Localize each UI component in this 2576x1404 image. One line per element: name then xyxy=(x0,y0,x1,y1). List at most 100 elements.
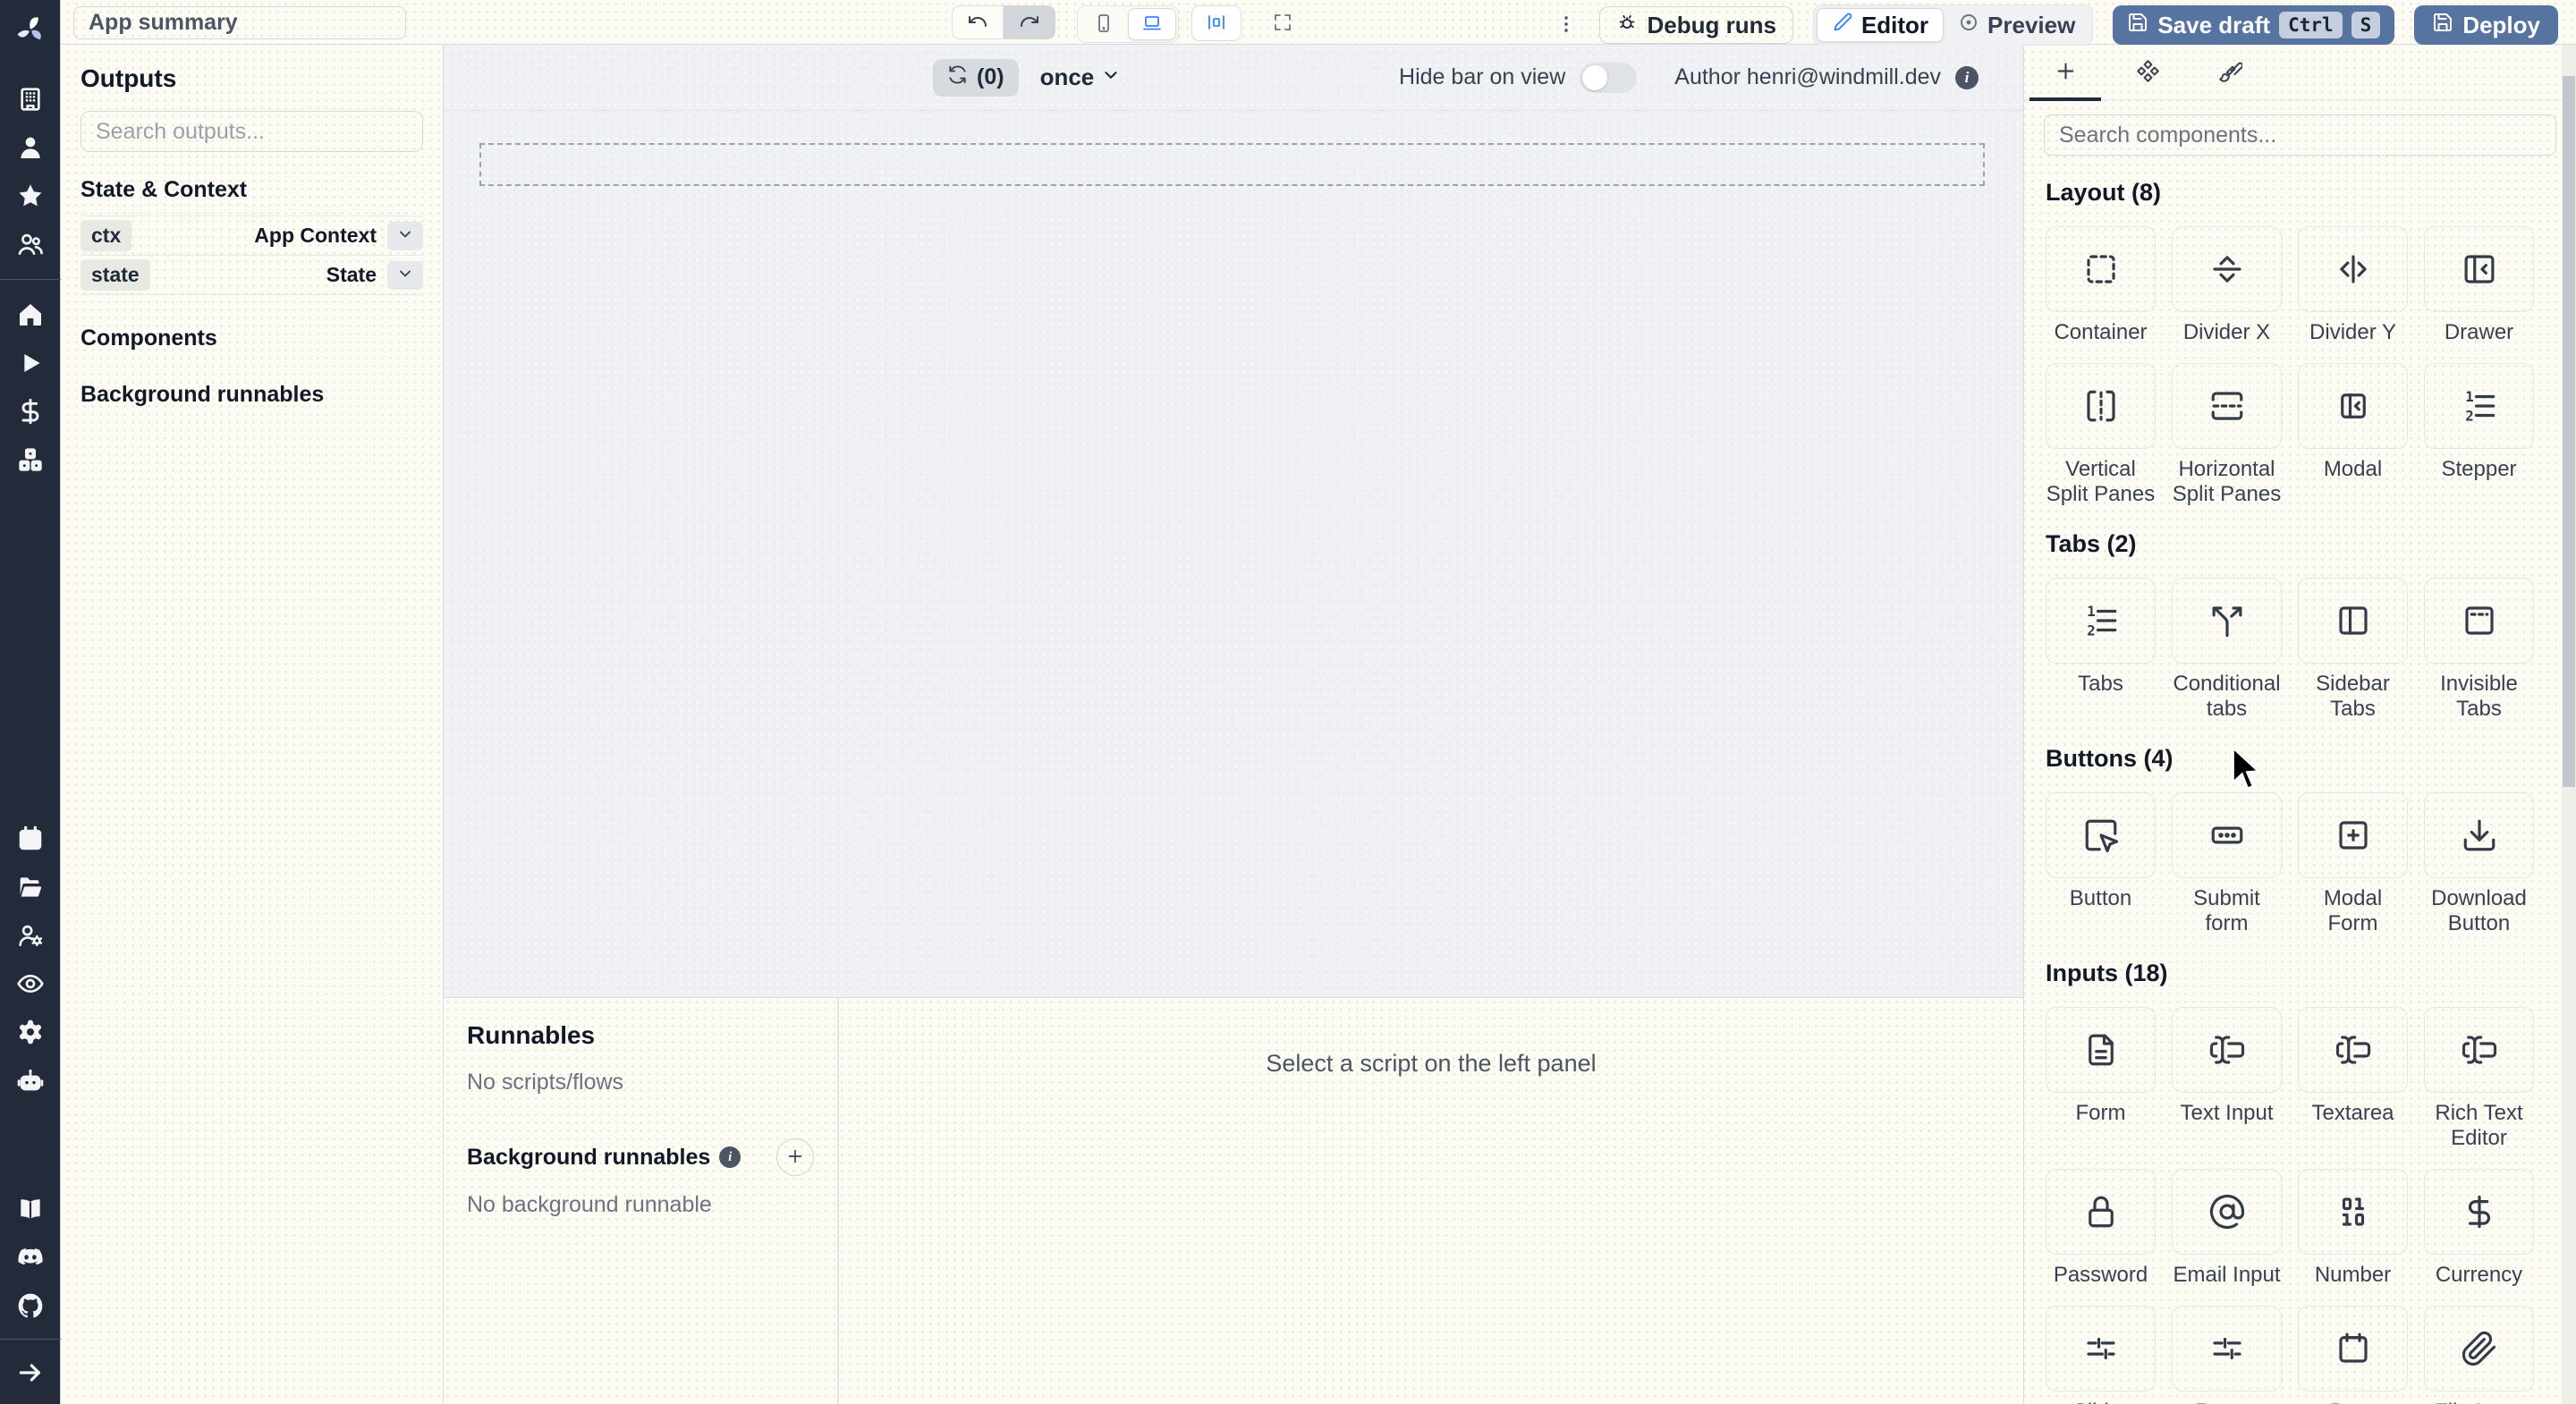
component-modal[interactable]: Modal xyxy=(2298,363,2408,507)
component-card xyxy=(2046,363,2156,449)
sidebar-item-play[interactable] xyxy=(0,348,61,378)
component-submit-form[interactable]: Submit form xyxy=(2172,792,2282,936)
sidebar-group-main xyxy=(0,300,60,475)
info-icon[interactable]: i xyxy=(1955,65,1979,89)
ctx-row[interactable]: ctx App Context xyxy=(80,216,423,256)
editor-tab[interactable]: Editor xyxy=(1816,8,1945,42)
component-number[interactable]: Number xyxy=(2298,1169,2408,1288)
sidebar-item-users[interactable] xyxy=(0,229,61,259)
component-text-input[interactable]: Text Input xyxy=(2172,1007,2282,1151)
scrollbar[interactable] xyxy=(2562,45,2576,1404)
sidebar-item-discord[interactable] xyxy=(0,1242,61,1273)
component-invisible-tabs[interactable]: Invisible Tabs xyxy=(2424,578,2534,722)
deploy-button[interactable]: Deploy xyxy=(2414,5,2558,45)
sidebar-item-folder-open[interactable] xyxy=(0,872,61,902)
component-conditional-tabs[interactable]: Conditional tabs xyxy=(2172,578,2282,722)
component-list-tab[interactable] xyxy=(2106,45,2189,99)
fullscreen-button[interactable] xyxy=(1258,5,1308,41)
laptop-icon xyxy=(1141,13,1163,37)
settings-icon xyxy=(16,1018,45,1046)
sidebar-item-settings[interactable] xyxy=(0,1017,61,1047)
component-tabs[interactable]: 1 2 Tabs xyxy=(2046,578,2156,722)
canvas-column: (0) once Hide bar on view Author henri@w… xyxy=(444,45,2023,1404)
center-canvas-button[interactable] xyxy=(1191,5,1241,41)
refresh-count-button[interactable]: (0) xyxy=(933,58,1019,97)
save-draft-button[interactable]: Save draft Ctrl S xyxy=(2113,5,2395,45)
state-expand-button[interactable] xyxy=(387,260,423,290)
component-range[interactable]: Range xyxy=(2172,1306,2282,1404)
component-card xyxy=(2298,363,2408,449)
component-sidebar-tabs[interactable]: Sidebar Tabs xyxy=(2298,578,2408,722)
component-email-input[interactable]: Email Input xyxy=(2172,1169,2282,1288)
component-form[interactable]: Form xyxy=(2046,1007,2156,1151)
add-background-runnable-button[interactable] xyxy=(776,1138,814,1176)
debug-runs-button[interactable]: Debug runs xyxy=(1599,6,1793,44)
sidebar-item-home[interactable] xyxy=(0,300,61,330)
component-card xyxy=(2424,578,2534,664)
desktop-view-button[interactable] xyxy=(1128,8,1176,40)
sidebar-item-eye[interactable] xyxy=(0,968,61,999)
component-drawer[interactable]: Drawer xyxy=(2424,226,2534,345)
app-canvas[interactable] xyxy=(444,111,2023,997)
component-divider-y[interactable]: Divider Y xyxy=(2298,226,2408,345)
sidebar-item-github[interactable] xyxy=(0,1290,61,1321)
component-drop-placeholder[interactable] xyxy=(479,143,1985,186)
component-vertical-split-panes[interactable]: Vertical Split Panes xyxy=(2046,363,2156,507)
component-textarea[interactable]: Textarea xyxy=(2298,1007,2408,1151)
info-icon[interactable]: i xyxy=(719,1146,741,1168)
svg-text:1: 1 xyxy=(2087,603,2095,620)
undo-button[interactable] xyxy=(952,5,1004,39)
redo-button[interactable] xyxy=(1004,5,1055,39)
sidebar-item-book-open[interactable] xyxy=(0,1194,61,1224)
component-rich-text-editor[interactable]: Rich Text Editor xyxy=(2424,1007,2534,1151)
search-outputs-input[interactable] xyxy=(80,111,423,152)
component-button[interactable]: Button xyxy=(2046,792,2156,936)
sidebar-item-calendar[interactable] xyxy=(0,824,61,854)
component-container[interactable]: Container xyxy=(2046,226,2156,345)
app-summary-input[interactable] xyxy=(73,6,406,39)
search-components-input[interactable] xyxy=(2044,114,2556,156)
insert-component-tab[interactable] xyxy=(2024,45,2106,101)
at-sign-icon xyxy=(2208,1193,2246,1231)
component-grid: Form Text Input Textarea Rich Text Editor Pa… xyxy=(2046,1007,2540,1404)
sidebar-item-bot[interactable] xyxy=(0,1065,61,1095)
state-row[interactable]: state State xyxy=(80,256,423,295)
preview-tab[interactable]: Preview xyxy=(1944,8,2089,42)
sidebar-item-user-cog[interactable] xyxy=(0,920,61,951)
debug-runs-label: Debug runs xyxy=(1647,11,1776,38)
component-stepper[interactable]: 1 2 Stepper xyxy=(2424,363,2534,507)
building-icon xyxy=(16,85,45,114)
hide-bar-toggle[interactable] xyxy=(1580,62,1638,93)
theme-tab[interactable] xyxy=(2189,45,2271,99)
button-icon xyxy=(2082,816,2120,854)
component-label: Email Input xyxy=(2173,1263,2281,1287)
sidebar-item-boxes[interactable] xyxy=(0,444,61,475)
background-runnables-section-title: Background runnables xyxy=(80,382,325,407)
sidebar-item-building[interactable] xyxy=(0,84,61,114)
sidebar-item-dollar[interactable] xyxy=(0,396,61,427)
ctx-expand-button[interactable] xyxy=(387,221,423,250)
component-currency[interactable]: Currency xyxy=(2424,1169,2534,1288)
boxes-icon xyxy=(16,445,45,474)
schedule-dropdown[interactable]: once xyxy=(1040,63,1122,91)
more-menu-button[interactable] xyxy=(1553,7,1580,43)
component-file-input[interactable]: File Input xyxy=(2424,1306,2534,1404)
text-cursor-icon xyxy=(2461,1031,2498,1069)
mobile-view-button[interactable] xyxy=(1080,8,1128,40)
sidebar-collapse-button[interactable] xyxy=(0,1357,61,1388)
sidebar-item-star[interactable] xyxy=(0,181,61,211)
component-modal-form[interactable]: Modal Form xyxy=(2298,792,2408,936)
sidebar-item-user[interactable] xyxy=(0,132,61,163)
scrollbar-thumb[interactable] xyxy=(2563,76,2575,787)
component-password[interactable]: Password xyxy=(2046,1169,2156,1288)
component-divider-x[interactable]: Divider X xyxy=(2172,226,2282,345)
component-date[interactable]: Date xyxy=(2298,1306,2408,1404)
windmill-logo[interactable] xyxy=(13,13,48,48)
component-download-button[interactable]: Download Button xyxy=(2424,792,2534,936)
component-horizontal-split-panes[interactable]: Horizontal Split Panes xyxy=(2172,363,2282,507)
text-cursor-icon xyxy=(2334,1031,2372,1069)
discord-icon xyxy=(16,1243,45,1272)
component-label: Tabs xyxy=(2078,672,2123,696)
container-icon xyxy=(2082,250,2120,288)
component-slider[interactable]: Slider xyxy=(2046,1306,2156,1404)
